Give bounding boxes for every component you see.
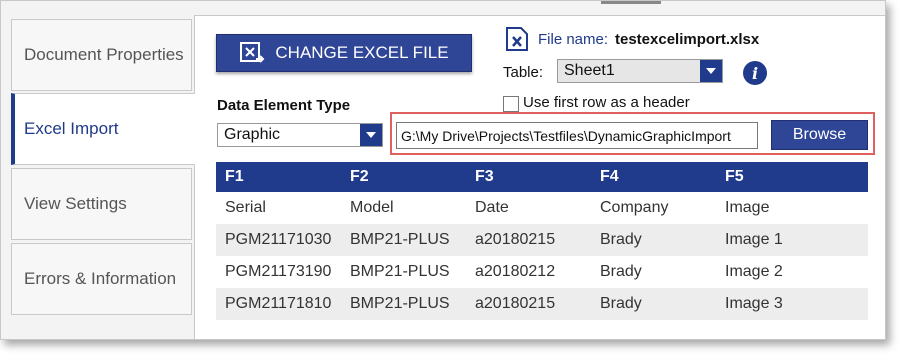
table-cell: Image 3 <box>725 295 783 312</box>
nav-item-label: Document Properties <box>24 45 184 64</box>
table-row[interactable]: PGM21173190 BMP21-PLUS a20180212 Brady I… <box>216 256 868 288</box>
table-cell: Image <box>725 199 770 216</box>
browse-button[interactable]: Browse <box>771 120 868 150</box>
table-row[interactable]: PGM21171030 BMP21-PLUS a20180215 Brady I… <box>216 224 868 256</box>
table-select[interactable]: Sheet1 <box>557 59 723 83</box>
dialog-window: Document Properties Excel Import View Se… <box>0 0 886 340</box>
change-excel-file-label: CHANGE EXCEL FILE <box>275 43 449 62</box>
file-name-value: testexcelimport.xlsx <box>615 31 760 48</box>
chevron-down-icon <box>700 60 722 82</box>
table-cell: Brady <box>600 263 642 280</box>
table-cell: Date <box>475 199 509 216</box>
table-row[interactable]: PGM21171810 BMP21-PLUS a20180215 Brady I… <box>216 288 868 320</box>
top-edge-line <box>601 1 661 4</box>
table-cell: Brady <box>600 295 642 312</box>
excel-file-icon <box>240 42 265 63</box>
table-cell: PGM21173190 <box>225 263 332 280</box>
first-row-header-label: Use first row as a header <box>523 94 690 111</box>
table-cell: Brady <box>600 231 642 248</box>
nav-item-label: Excel Import <box>24 119 119 138</box>
data-element-type-label: Data Element Type <box>217 97 351 114</box>
table-cell: Company <box>600 199 669 216</box>
table-cell: BMP21-PLUS <box>350 263 450 280</box>
file-name-label: File name: <box>538 31 609 48</box>
data-element-type-select[interactable]: Graphic <box>217 123 383 147</box>
change-excel-file-button[interactable]: CHANGE EXCEL FILE <box>216 34 472 72</box>
chevron-down-icon <box>360 124 382 146</box>
table-cell: a20180215 <box>475 295 556 312</box>
folder-path-input[interactable] <box>396 122 758 149</box>
grid-header-row: F1 F2 F3 F4 F5 <box>216 162 868 192</box>
table-cell: a20180215 <box>475 231 556 248</box>
table-row[interactable]: Serial Model Date Company Image <box>216 192 868 224</box>
table-cell: Model <box>350 199 394 216</box>
data-element-type-value: Graphic <box>224 126 281 143</box>
nav-item-document-properties[interactable]: Document Properties <box>11 19 192 91</box>
column-header[interactable]: F3 <box>466 168 591 186</box>
column-header[interactable]: F1 <box>216 168 341 186</box>
excel-document-icon <box>506 27 528 51</box>
table-cell: Serial <box>225 199 266 216</box>
table-cell: BMP21-PLUS <box>350 231 450 248</box>
info-icon[interactable]: i <box>743 61 767 85</box>
table-label: Table: <box>503 64 544 81</box>
nav-item-label: Errors & Information <box>24 269 177 288</box>
table-cell: Image 1 <box>725 231 783 248</box>
first-row-header-checkbox[interactable] <box>503 96 519 112</box>
table-cell: Image 2 <box>725 263 783 280</box>
nav-item-view-settings[interactable]: View Settings <box>11 168 192 240</box>
table-cell: BMP21-PLUS <box>350 295 450 312</box>
table-cell: PGM21171810 <box>225 295 332 312</box>
data-preview-grid: F1 F2 F3 F4 F5 Serial Model Date Company… <box>216 162 868 320</box>
nav-item-label: View Settings <box>24 194 127 213</box>
table-cell: a20180212 <box>475 263 556 280</box>
table-cell: PGM21171030 <box>225 231 332 248</box>
table-select-value: Sheet1 <box>564 62 615 79</box>
column-header[interactable]: F5 <box>716 168 841 186</box>
nav-item-excel-import[interactable]: Excel Import <box>11 93 195 165</box>
column-header[interactable]: F2 <box>341 168 466 186</box>
nav-item-errors-information[interactable]: Errors & Information <box>11 243 192 315</box>
column-header[interactable]: F4 <box>591 168 716 186</box>
